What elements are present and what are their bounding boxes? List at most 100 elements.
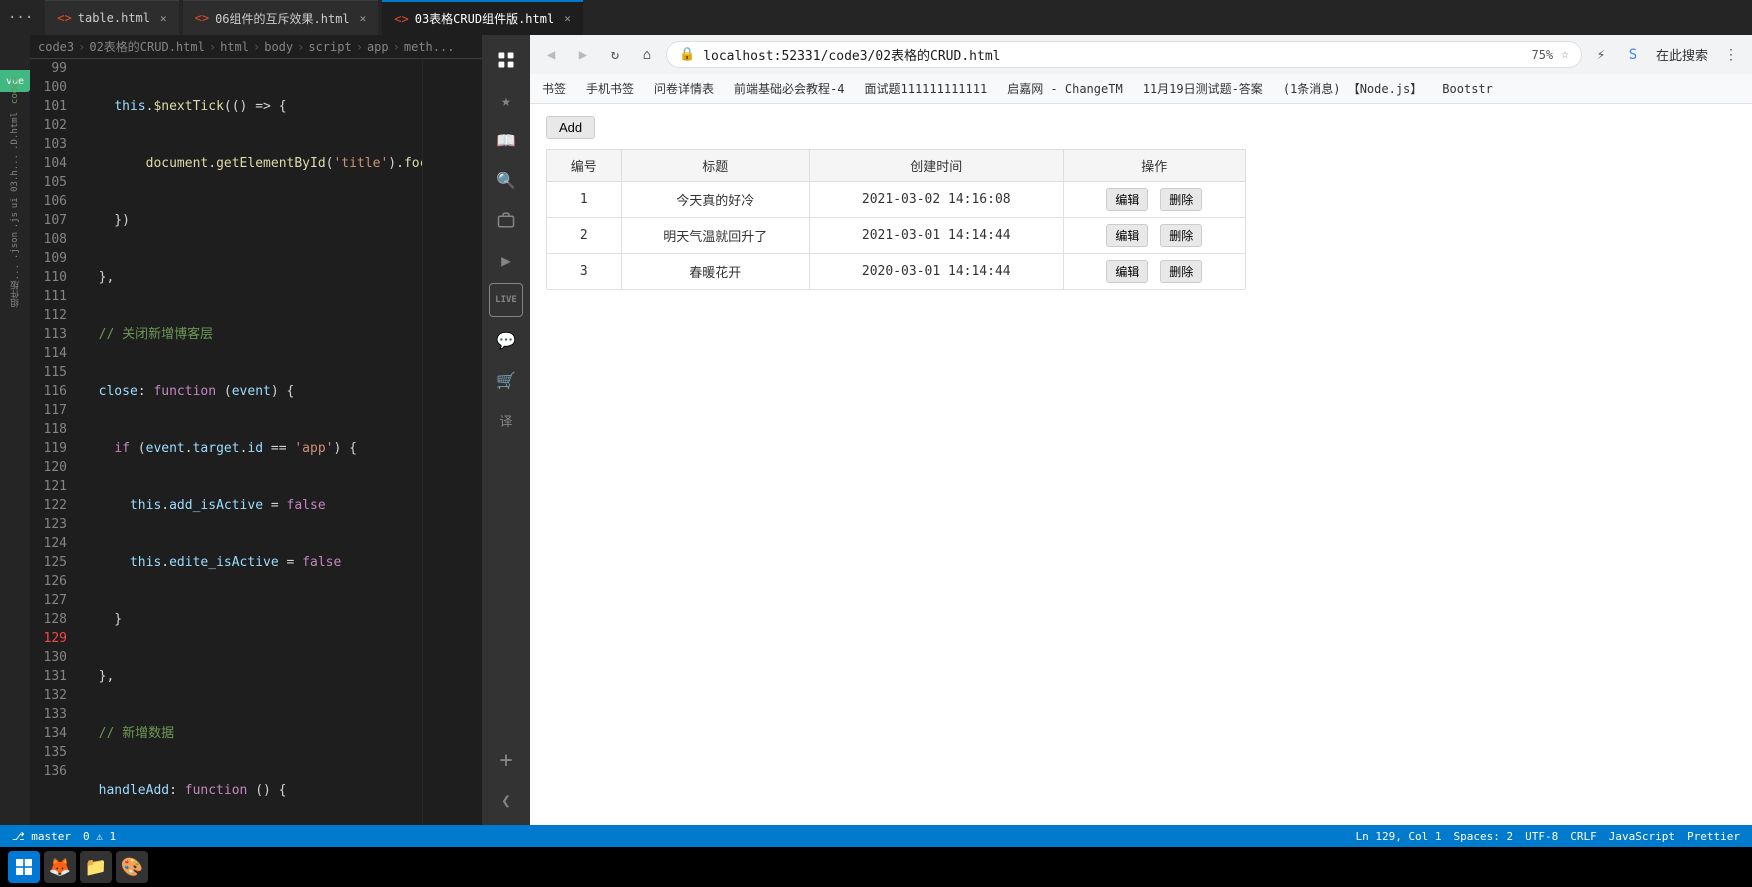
bookmark-5[interactable]: 启嘉网 - ChangeTM — [1003, 78, 1126, 99]
language-mode[interactable]: JavaScript — [1609, 830, 1675, 843]
tab-close-crud[interactable]: ✕ — [564, 12, 571, 25]
breadcrumb-body[interactable]: body — [264, 40, 293, 54]
delete-button-3[interactable]: 删除 — [1160, 260, 1202, 283]
cell-created-2: 2021-03-01 14:14:44 — [809, 218, 1063, 254]
breadcrumb-script[interactable]: script — [308, 40, 351, 54]
editor-main: code3 › 02表格的CRUD.html › html › body › s… — [30, 35, 482, 825]
code-line-108: } — [83, 610, 422, 629]
bookmark-4[interactable]: 面试题111111111111 — [861, 78, 992, 99]
breadcrumb-meth[interactable]: meth... — [404, 40, 455, 54]
vscode-icon-translate[interactable]: 译 — [489, 403, 523, 437]
menu-dots[interactable]: ··· — [8, 10, 33, 26]
edit-button-3[interactable]: 编辑 — [1106, 260, 1148, 283]
cell-title-3: 春暖花开 — [621, 254, 809, 290]
tab-label-crud: 03表格CRUD组件版.html — [415, 10, 554, 27]
refresh-button[interactable]: ↻ — [602, 42, 628, 68]
extensions-button[interactable]: ⚡ — [1588, 42, 1614, 68]
taskbar-icon-3[interactable]: 🎨 — [116, 851, 148, 883]
sidebar-file-4[interactable]: .js — [10, 212, 20, 228]
status-right: Ln 129, Col 1 Spaces: 2 UTF-8 CRLF JavaS… — [1355, 830, 1740, 843]
git-branch[interactable]: ⎇ master — [12, 830, 71, 843]
sidebar-file-6[interactable]: 组件版... — [9, 264, 22, 307]
sidebar-file-2[interactable]: .D.html — [10, 112, 20, 150]
breadcrumb-file[interactable]: 02表格的CRUD.html — [89, 38, 204, 55]
vscode-icon-live[interactable]: LIVE — [489, 283, 523, 317]
col-header-id: 编号 — [547, 150, 622, 182]
vscode-icon-search[interactable]: 🔍 — [489, 163, 523, 197]
table-row: 3 春暖花开 2020-03-01 14:14:44 编辑 删除 — [547, 254, 1246, 290]
tab-label-table: table.html — [78, 11, 150, 25]
bookmark-star[interactable]: ☆ — [1561, 47, 1569, 62]
add-button[interactable]: Add — [546, 116, 595, 139]
browser-content: Add 编号 标题 创建时间 操作 1 今天真的好冷 2021-03-02 14… — [530, 104, 1752, 825]
code-line-106: this.add_isActive = false — [83, 496, 422, 515]
line-ending[interactable]: CRLF — [1570, 830, 1597, 843]
html-icon-2: <> — [195, 11, 209, 25]
code-line-110: // 新增数据 — [83, 724, 422, 743]
code-line-107: this.edite_isActive = false — [83, 553, 422, 572]
breadcrumb: code3 › 02表格的CRUD.html › html › body › s… — [30, 35, 482, 59]
vscode-icon-briefcase[interactable] — [489, 203, 523, 237]
delete-button-1[interactable]: 删除 — [1160, 188, 1202, 211]
tab-close-mutual[interactable]: ✕ — [360, 12, 367, 25]
bookmark-8[interactable]: Bootstr — [1438, 80, 1497, 98]
code-line-103: // 关闭新增博客层 — [83, 325, 422, 344]
tab-table-html[interactable]: <> table.html ✕ — [45, 0, 178, 35]
profile-button[interactable]: S — [1620, 42, 1646, 68]
cell-actions-1: 编辑 删除 — [1063, 182, 1245, 218]
edit-button-2[interactable]: 编辑 — [1106, 224, 1148, 247]
spaces[interactable]: Spaces: 2 — [1454, 830, 1514, 843]
code-line-99: this.$nextTick(() => { — [83, 97, 422, 116]
col-header-actions: 操作 — [1063, 150, 1245, 182]
tab-close-table[interactable]: ✕ — [160, 12, 167, 25]
breadcrumb-app[interactable]: app — [367, 40, 389, 54]
back-button[interactable]: ◀ — [538, 42, 564, 68]
browser-nav: ◀ ▶ ↻ ⌂ 🔒 localhost:52331/code3/02表格的CRU… — [530, 35, 1752, 74]
forward-button[interactable]: ▶ — [570, 42, 596, 68]
bookmark-1[interactable]: 手机书签 — [582, 78, 638, 99]
code-line-101: }) — [83, 211, 422, 230]
taskbar-icon-2[interactable]: 📁 — [80, 851, 112, 883]
vscode-icon-chat[interactable]: 💬 — [489, 323, 523, 357]
breadcrumb-code3[interactable]: code3 — [38, 40, 74, 54]
code-area[interactable]: 99 100 101 102 103 104 105 106 107 108 1… — [30, 59, 482, 825]
add-panel-button[interactable]: + — [489, 743, 523, 777]
bookmark-0[interactable]: 书签 — [538, 78, 570, 99]
address-bar[interactable]: 🔒 localhost:52331/code3/02表格的CRUD.html 7… — [666, 41, 1582, 68]
html-icon: <> — [57, 11, 71, 25]
errors-warnings[interactable]: 0 ⚠ 1 — [83, 830, 116, 843]
sidebar-file-3[interactable]: ui 03.h... — [10, 154, 20, 208]
collapse-button[interactable]: ❮ — [489, 783, 523, 817]
zoom-level: 75% — [1531, 48, 1553, 62]
code-lines[interactable]: this.$nextTick(() => { document.getEleme… — [75, 59, 422, 825]
vscode-icon-star[interactable]: ★ — [489, 83, 523, 117]
taskbar-start[interactable] — [8, 851, 40, 883]
tab-crud-html[interactable]: <> 03表格CRUD组件版.html ✕ — [382, 0, 583, 35]
home-button[interactable]: ⌂ — [634, 42, 660, 68]
editor-panel: vue code3 .D.html ui 03.h... .js .json 组… — [0, 35, 530, 825]
sidebar-file-1[interactable]: code3 — [10, 77, 20, 104]
code-line-102: }, — [83, 268, 422, 287]
code-line-100: document.getElementById('title').focus() — [83, 154, 422, 173]
formatter[interactable]: Prettier — [1687, 830, 1740, 843]
edit-button-1[interactable]: 编辑 — [1106, 188, 1148, 211]
bookmark-7[interactable]: (1条消息) 【Node.js】 — [1279, 78, 1426, 99]
vscode-icon-explorer[interactable] — [489, 43, 523, 77]
bookmark-6[interactable]: 11月19日测试题-答案 — [1139, 78, 1267, 99]
bookmark-3[interactable]: 前端基础必会教程-4 — [730, 78, 848, 99]
encoding[interactable]: UTF-8 — [1525, 830, 1558, 843]
cell-id-3: 3 — [547, 254, 622, 290]
cursor-position[interactable]: Ln 129, Col 1 — [1355, 830, 1441, 843]
breadcrumb-html[interactable]: html — [220, 40, 249, 54]
vscode-icon-cart[interactable]: 🛒 — [489, 363, 523, 397]
more-button[interactable]: ⋮ — [1718, 42, 1744, 68]
vscode-icon-play[interactable]: ▶ — [489, 243, 523, 277]
tab-mutual-html[interactable]: <> 06组件的互斥效果.html ✕ — [183, 0, 379, 35]
taskbar-icon-1[interactable]: 🦊 — [44, 851, 76, 883]
code-line-105: if (event.target.id == 'app') { — [83, 439, 422, 458]
bookmark-2[interactable]: 问卷详情表 — [650, 78, 718, 99]
vscode-icon-book[interactable]: 📖 — [489, 123, 523, 157]
delete-button-2[interactable]: 删除 — [1160, 224, 1202, 247]
table-row: 1 今天真的好冷 2021-03-02 14:16:08 编辑 删除 — [547, 182, 1246, 218]
sidebar-file-5[interactable]: .json — [10, 232, 20, 259]
